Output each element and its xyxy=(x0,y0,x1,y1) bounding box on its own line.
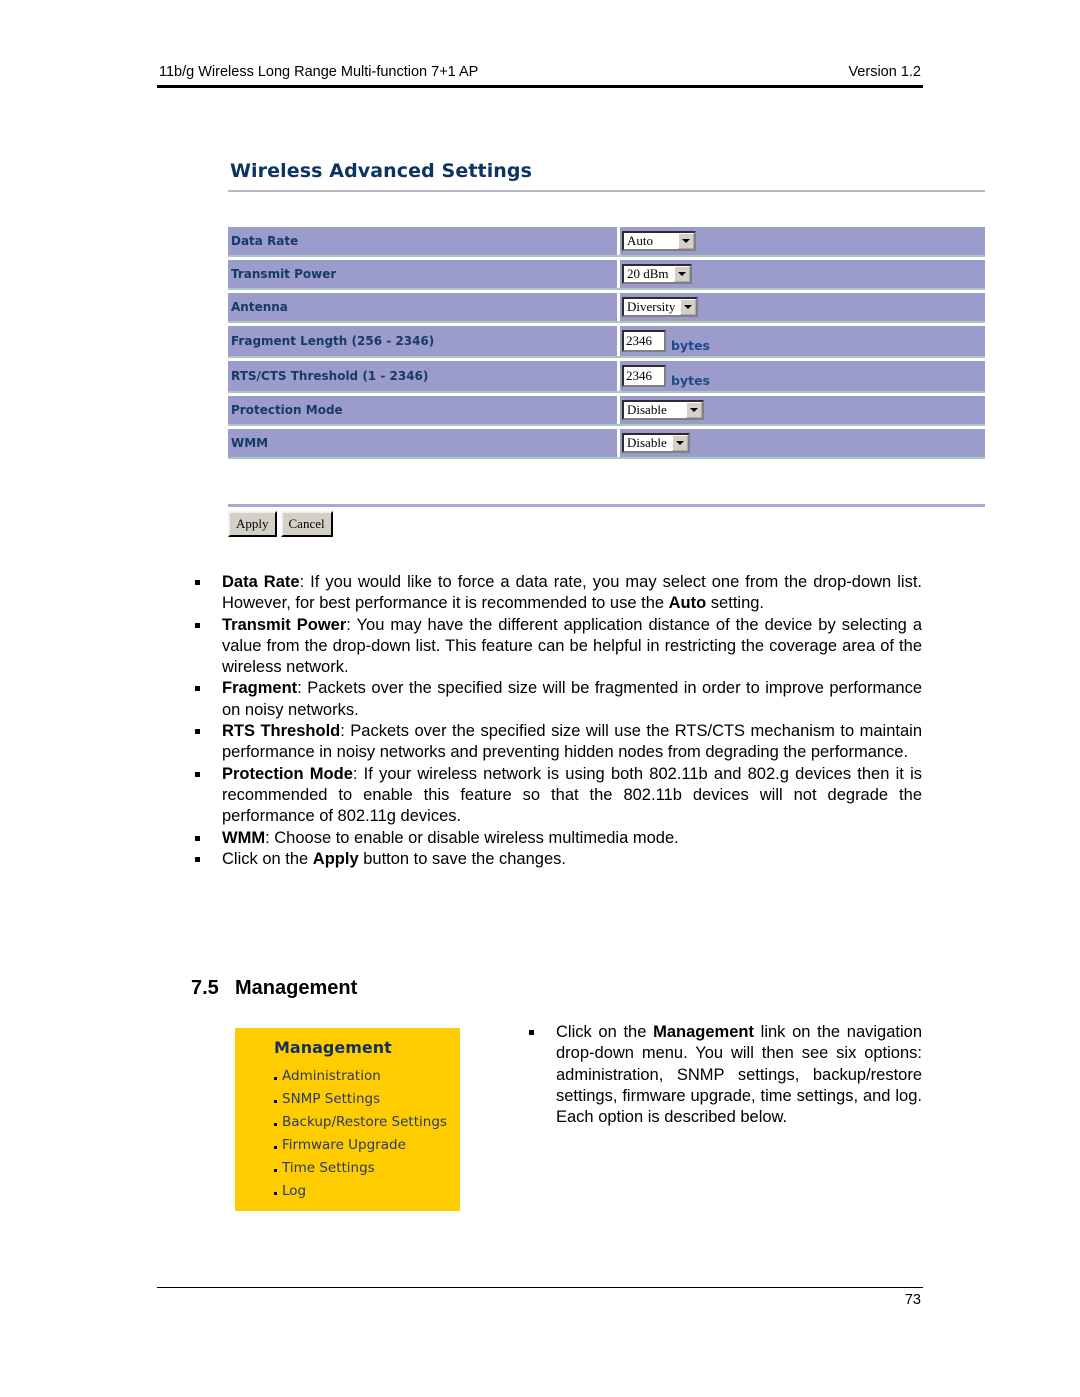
row-transmit-power: Transmit Power 20 dBm xyxy=(228,260,985,290)
bullet-icon xyxy=(274,1192,277,1195)
description-item: Transmit Power: You may have the differe… xyxy=(192,615,922,679)
title-divider xyxy=(228,190,985,192)
chevron-down-icon[interactable] xyxy=(680,299,696,315)
management-menu-list: Administration SNMP Settings Backup/Rest… xyxy=(274,1064,447,1202)
bullet-icon xyxy=(195,771,200,777)
description-item: Data Rate: If you would like to force a … xyxy=(192,572,922,615)
bullet-icon xyxy=(529,1030,534,1035)
row-fragment-length: Fragment Length (256 - 2346) 2346 bytes xyxy=(228,326,985,358)
settings-form: Data Rate Auto Transmit Power 20 dBm Ant… xyxy=(228,227,985,462)
management-menu-screenshot: Management Administration SNMP Settings … xyxy=(235,1028,460,1211)
rts-threshold-label: RTS/CTS Threshold (1 - 2346) xyxy=(228,361,617,391)
antenna-label: Antenna xyxy=(228,293,617,321)
menu-item-log[interactable]: Log xyxy=(274,1179,447,1202)
bullet-icon xyxy=(274,1123,277,1126)
row-rts-threshold: RTS/CTS Threshold (1 - 2346) 2346 bytes xyxy=(228,361,985,393)
management-description: Click on the Management link on the navi… xyxy=(526,1022,922,1128)
transmit-power-select[interactable]: 20 dBm xyxy=(622,264,692,284)
fragment-unit: bytes xyxy=(671,337,710,353)
buttons-divider xyxy=(228,504,985,507)
section-number: 7.5 xyxy=(191,977,219,999)
page-number: 73 xyxy=(904,1292,921,1308)
transmit-power-label: Transmit Power xyxy=(228,260,617,288)
rts-unit: bytes xyxy=(671,372,710,388)
section-heading: 7.5 Management xyxy=(191,977,357,1000)
menu-item-firmware-upgrade[interactable]: Firmware Upgrade xyxy=(274,1133,447,1156)
bullet-icon xyxy=(274,1169,277,1172)
protection-mode-label: Protection Mode xyxy=(228,396,617,424)
chevron-down-icon[interactable] xyxy=(678,233,694,249)
menu-item-snmp-settings[interactable]: SNMP Settings xyxy=(274,1087,447,1110)
description-item: Click on the Apply button to save the ch… xyxy=(192,849,922,870)
bullet-icon xyxy=(195,686,200,692)
page-header: 11b/g Wireless Long Range Multi-function… xyxy=(157,63,923,88)
chevron-down-icon[interactable] xyxy=(674,266,690,282)
settings-descriptions: Data Rate: If you would like to force a … xyxy=(192,572,922,870)
description-item: WMM: Choose to enable or disable wireles… xyxy=(192,828,922,849)
fragment-length-input[interactable]: 2346 xyxy=(622,330,666,352)
data-rate-select[interactable]: Auto xyxy=(622,231,696,251)
wmm-select[interactable]: Disable xyxy=(622,433,690,453)
description-item: Click on the Management link on the navi… xyxy=(526,1022,922,1128)
menu-item-time-settings[interactable]: Time Settings xyxy=(274,1156,447,1179)
footer-rule xyxy=(157,1287,923,1288)
fragment-length-label: Fragment Length (256 - 2346) xyxy=(228,326,617,356)
bullet-icon xyxy=(195,835,200,841)
description-item: Protection Mode: If your wireless networ… xyxy=(192,764,922,828)
bullet-icon xyxy=(274,1146,277,1149)
chevron-down-icon[interactable] xyxy=(672,435,688,451)
document-version: Version 1.2 xyxy=(848,64,921,80)
wireless-advanced-settings-screenshot: Wireless Advanced Settings Data Rate Aut… xyxy=(228,150,986,550)
bullet-icon xyxy=(274,1077,277,1080)
rts-threshold-input[interactable]: 2346 xyxy=(622,365,666,387)
document-title: 11b/g Wireless Long Range Multi-function… xyxy=(159,64,479,80)
menu-item-administration[interactable]: Administration xyxy=(274,1064,447,1087)
row-wmm: WMM Disable xyxy=(228,429,985,459)
settings-title: Wireless Advanced Settings xyxy=(230,160,533,182)
protection-mode-select[interactable]: Disable xyxy=(622,400,704,420)
menu-item-backup-restore[interactable]: Backup/Restore Settings xyxy=(274,1110,447,1133)
bullet-icon xyxy=(195,729,200,735)
management-menu-title: Management xyxy=(274,1038,392,1057)
row-data-rate: Data Rate Auto xyxy=(228,227,985,257)
cancel-button[interactable]: Cancel xyxy=(280,511,333,537)
row-antenna: Antenna Diversity xyxy=(228,293,985,323)
wmm-label: WMM xyxy=(228,429,617,457)
description-item: RTS Threshold: Packets over the specifie… xyxy=(192,721,922,764)
form-buttons: Apply Cancel xyxy=(228,511,333,537)
bullet-icon xyxy=(274,1100,277,1103)
description-item: Fragment: Packets over the specified siz… xyxy=(192,678,922,721)
bullet-icon xyxy=(195,580,200,585)
bullet-icon xyxy=(195,622,200,628)
chevron-down-icon[interactable] xyxy=(686,402,702,418)
section-title: Management xyxy=(235,977,358,999)
apply-button[interactable]: Apply xyxy=(228,511,277,537)
data-rate-label: Data Rate xyxy=(228,227,617,255)
row-protection-mode: Protection Mode Disable xyxy=(228,396,985,426)
bullet-icon xyxy=(195,856,200,862)
antenna-select[interactable]: Diversity xyxy=(622,297,698,317)
